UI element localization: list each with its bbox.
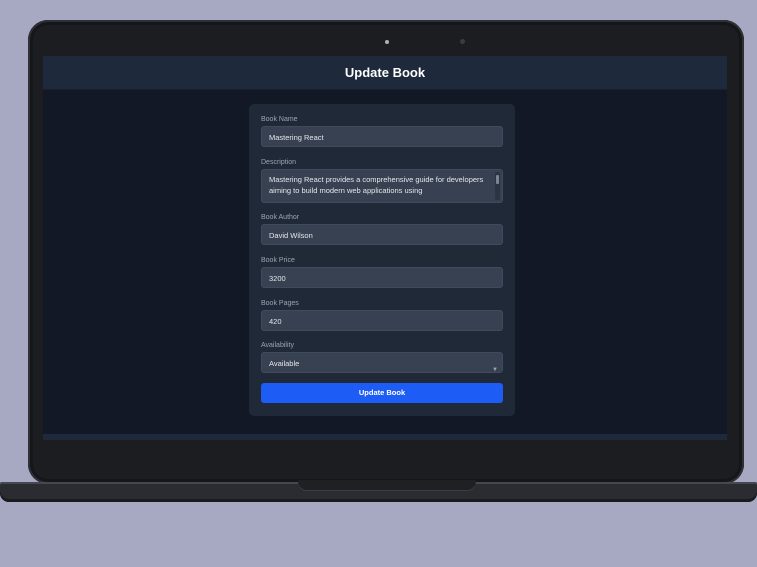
laptop-screen: Update Book Book Name Mastering React De… bbox=[43, 56, 727, 440]
update-book-form: Book Name Mastering React Description Ma… bbox=[249, 104, 515, 416]
book-author-input[interactable]: David Wilson bbox=[261, 224, 503, 245]
availability-field: Availability Available ▼ bbox=[261, 342, 503, 373]
book-name-input[interactable]: Mastering React bbox=[261, 126, 503, 147]
chevron-down-icon: ▼ bbox=[492, 367, 498, 373]
book-author-label: Book Author bbox=[261, 214, 300, 221]
book-pages-input[interactable]: 420 bbox=[261, 310, 503, 331]
laptop-lid: Update Book Book Name Mastering React De… bbox=[28, 20, 744, 484]
screen-bottom-bar bbox=[43, 434, 727, 440]
laptop-notch bbox=[298, 480, 476, 491]
app-header: Update Book bbox=[43, 56, 727, 90]
availability-label: Availability bbox=[261, 342, 294, 349]
update-book-button[interactable]: Update Book bbox=[261, 383, 503, 403]
description-field: Description Mastering React provides a c… bbox=[261, 159, 503, 203]
book-price-field: Book Price 3200 bbox=[261, 257, 503, 288]
camera-dot bbox=[385, 40, 389, 44]
book-price-input[interactable]: 3200 bbox=[261, 267, 503, 288]
book-pages-field: Book Pages 420 bbox=[261, 300, 503, 331]
scrollbar-thumb[interactable] bbox=[496, 175, 499, 184]
availability-selected-value: Available bbox=[269, 359, 300, 368]
book-name-field: Book Name Mastering React bbox=[261, 116, 503, 147]
book-author-field: Book Author David Wilson bbox=[261, 214, 503, 245]
page-title: Update Book bbox=[344, 65, 426, 80]
description-scrollbar[interactable] bbox=[495, 172, 500, 200]
book-price-label: Book Price bbox=[261, 257, 295, 264]
description-textarea[interactable]: Mastering React provides a comprehensive… bbox=[261, 169, 503, 203]
description-label: Description bbox=[261, 159, 297, 166]
book-name-label: Book Name bbox=[261, 116, 298, 123]
book-pages-label: Book Pages bbox=[261, 300, 299, 307]
camera-sensor bbox=[460, 39, 465, 44]
description-text: Mastering React provides a comprehensive… bbox=[269, 175, 484, 195]
availability-select[interactable]: Available ▼ bbox=[261, 352, 503, 373]
